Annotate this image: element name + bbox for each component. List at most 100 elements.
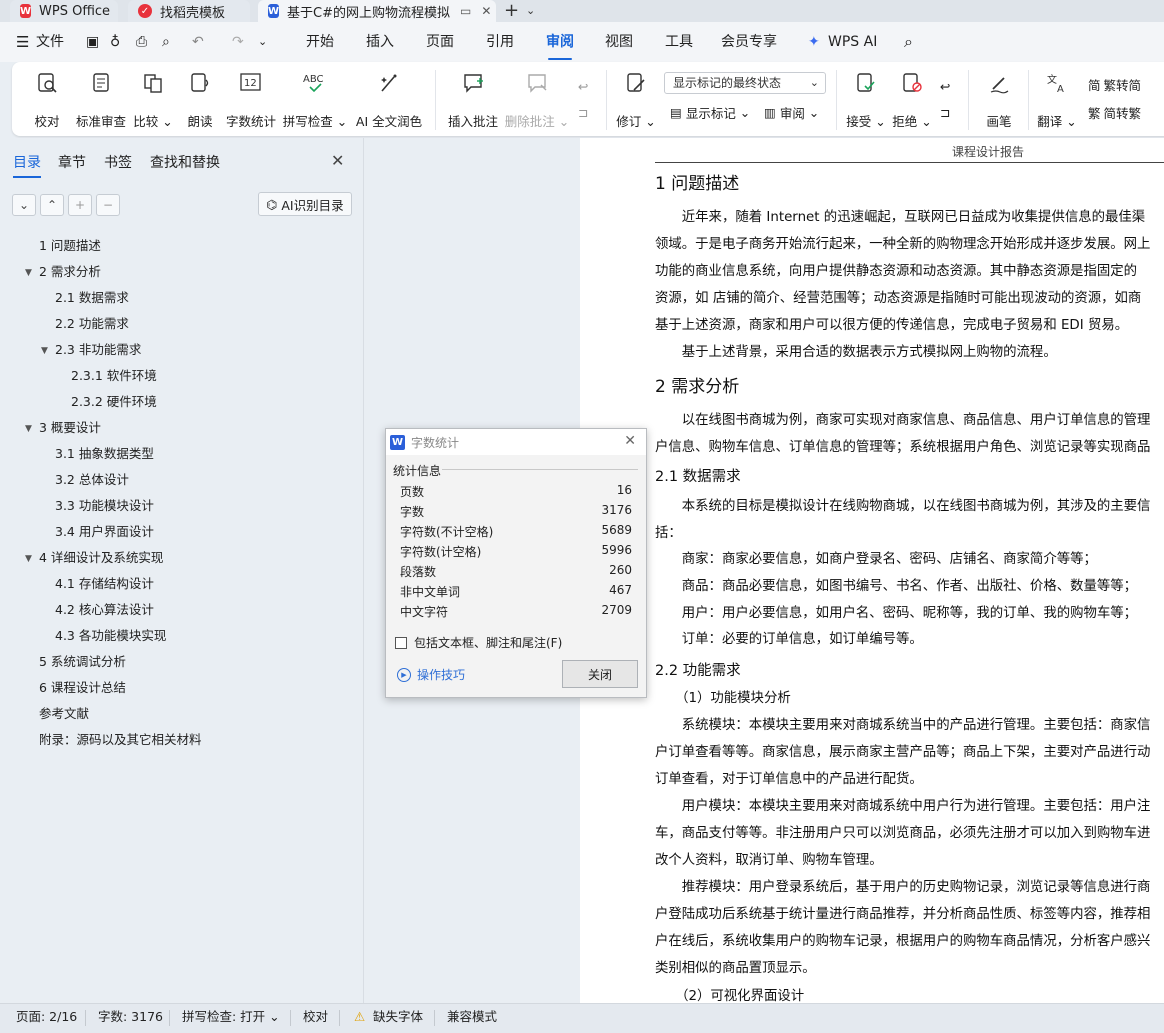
pen-button[interactable]: 画笔 <box>984 70 1014 130</box>
body-paragraph-line: 改个人资料，取消订单、购物车管理。 <box>655 853 883 868</box>
menu-page[interactable]: 页面 <box>426 22 454 62</box>
accept-button[interactable]: 接受 ⌄ <box>846 70 886 130</box>
menu-home[interactable]: 开始 <box>306 22 334 62</box>
collapse-triangle-icon[interactable]: ▼ <box>41 346 48 356</box>
close-icon[interactable]: ✕ <box>331 151 344 170</box>
dialog-titlebar[interactable]: W 字数统计 ✕ <box>386 429 646 455</box>
document-page[interactable]: 课程设计报告 1 问题描述 近年来，随着 Internet 的迅速崛起，互联网已… <box>580 138 1164 1003</box>
collapse-triangle-icon[interactable]: ▼ <box>25 424 32 434</box>
word-count-button[interactable]: 12 字数统计 <box>226 70 276 130</box>
page-indicator[interactable]: 页面: 2/16 <box>16 1004 77 1030</box>
body-paragraph-line: 括： <box>655 526 682 541</box>
hamburger-icon[interactable]: ☰ <box>16 22 29 62</box>
word-count-indicator[interactable]: 字数: 3176 <box>98 1004 163 1030</box>
quick-access-more-icon[interactable]: ⌄ <box>258 22 267 62</box>
menu-member[interactable]: 会员专享 <box>721 22 777 62</box>
missing-font-indicator[interactable]: 缺失字体 <box>373 1004 423 1030</box>
prev-comment-icon[interactable]: ↩ <box>578 74 588 98</box>
proofread-button[interactable]: 校对 <box>32 70 62 130</box>
show-marks-button[interactable]: ▤ 显示标记 ⌄ <box>670 100 750 124</box>
body-paragraph-line: （2）可视化界面设计 <box>655 989 805 1003</box>
read-aloud-button[interactable]: 朗读 <box>186 70 214 130</box>
print-preview-icon[interactable]: ⌕ <box>162 22 170 62</box>
undo-icon[interactable]: ↶ <box>192 22 204 62</box>
compare-button[interactable]: 比较 ⌄ <box>133 70 173 130</box>
ai-toc-button[interactable]: ⌬ AI识别目录 <box>258 192 352 216</box>
toc-item[interactable]: 4.2 核心算法设计 <box>55 597 154 623</box>
print-icon[interactable]: ⎙ <box>136 22 147 62</box>
tab-close-icon[interactable]: ✕ <box>481 4 491 18</box>
toc-item[interactable]: 3 概要设计 <box>39 415 101 441</box>
toc-item[interactable]: 6 课程设计总结 <box>39 675 126 701</box>
tab-label: WPS Office <box>39 3 111 19</box>
remove-heading-button[interactable]: − <box>96 194 120 216</box>
nav-tab-bookmarks[interactable]: 书签 <box>104 152 132 172</box>
to-simplified-button[interactable]: 繁简转繁 <box>1088 100 1141 124</box>
cloud-icon[interactable]: ♁ <box>110 22 120 62</box>
toc-item[interactable]: 4 详细设计及系统实现 <box>39 545 163 571</box>
add-heading-button[interactable]: + <box>68 194 92 216</box>
review-pane-button[interactable]: ▥ 审阅 ⌄ <box>764 100 819 124</box>
close-icon[interactable]: ✕ <box>624 433 636 449</box>
nav-tab-chapters[interactable]: 章节 <box>58 152 86 172</box>
collapse-triangle-icon[interactable]: ▼ <box>25 554 32 564</box>
to-traditional-button[interactable]: 简繁转简 <box>1088 72 1141 96</box>
toc-item[interactable]: 2 需求分析 <box>39 259 101 285</box>
toc-item[interactable]: 3.2 总体设计 <box>55 467 129 493</box>
tab-template[interactable]: ✓ 找稻壳模板 <box>128 0 250 22</box>
expand-all-button[interactable]: ⌄ <box>12 194 36 216</box>
next-comment-icon[interactable]: ⊐ <box>578 100 588 124</box>
prev-change-icon[interactable]: ↩ <box>940 74 950 98</box>
menu-wps-ai[interactable]: WPS AI <box>828 22 877 62</box>
toc-item[interactable]: 1 问题描述 <box>39 233 101 259</box>
translate-button[interactable]: 文A 翻译 ⌄ <box>1037 70 1076 130</box>
spell-check-button[interactable]: ABC 拼写检查 ⌄ <box>283 70 347 130</box>
proofread-indicator[interactable]: 校对 <box>303 1004 328 1030</box>
toc-item[interactable]: 参考文献 <box>39 701 89 727</box>
menu-file[interactable]: 文件 <box>36 22 64 62</box>
search-icon[interactable]: ⌕ <box>904 22 913 62</box>
menu-tools[interactable]: 工具 <box>665 22 693 62</box>
collapse-triangle-icon[interactable]: ▼ <box>25 268 32 278</box>
toc-item[interactable]: 2.3.2 硬件环境 <box>71 389 157 415</box>
menu-view[interactable]: 视图 <box>605 22 633 62</box>
save-icon[interactable]: ▣ <box>86 22 99 62</box>
nav-tab-find-replace[interactable]: 查找和替换 <box>150 152 220 172</box>
toc-item[interactable]: 3.1 抽象数据类型 <box>55 441 154 467</box>
revise-button[interactable]: 修订 ⌄ <box>616 70 656 130</box>
ai-polish-button[interactable]: AI 全文润色 <box>356 70 422 130</box>
collapse-button[interactable]: ⌃ <box>40 194 64 216</box>
toc-item[interactable]: 4.1 存储结构设计 <box>55 571 154 597</box>
toc-item[interactable]: 3.3 功能模块设计 <box>55 493 154 519</box>
tab-list-icon[interactable]: ⌄ <box>526 0 535 22</box>
reject-button[interactable]: 拒绝 ⌄ <box>892 70 932 130</box>
display-mode-select[interactable]: 显示标记的最终状态 ⌄ <box>664 72 826 94</box>
proofread-icon <box>34 70 60 96</box>
toc-item[interactable]: 4.3 各功能模块实现 <box>55 623 166 649</box>
next-change-icon[interactable]: ⊐ <box>940 100 950 124</box>
toc-item[interactable]: 3.4 用户界面设计 <box>55 519 154 545</box>
toc-item[interactable]: 2.2 功能需求 <box>55 311 129 337</box>
new-tab-icon[interactable]: + <box>504 0 519 22</box>
toc-item[interactable]: 2.3.1 软件环境 <box>71 363 157 389</box>
include-textboxes-checkbox[interactable]: 包括文本框、脚注和尾注(F) <box>395 634 562 651</box>
menu-references[interactable]: 引用 <box>486 22 514 62</box>
tips-link[interactable]: ▶ 操作技巧 <box>397 666 465 683</box>
spell-check-indicator[interactable]: 拼写检查: 打开 ⌄ <box>182 1004 280 1030</box>
tab-document[interactable]: W 基于C#的网上购物流程模拟 ▭ ✕ <box>258 0 496 22</box>
word-count-dialog: W 字数统计 ✕ 统计信息 页数 16 字数 3176 字符数(不计空格) 5689 … <box>385 428 647 698</box>
menu-insert[interactable]: 插入 <box>366 22 394 62</box>
toc-item[interactable]: 附录：源码以及其它相关材料 <box>39 727 202 753</box>
toc-item[interactable]: 5 系统调试分析 <box>39 649 126 675</box>
nav-tab-toc[interactable]: 目录 <box>13 152 41 178</box>
tab-wps-office[interactable]: W WPS Office <box>10 0 118 22</box>
screen-icon[interactable]: ▭ <box>460 4 471 18</box>
toc-item[interactable]: 2.3 非功能需求 <box>55 337 141 363</box>
delete-comment-button[interactable]: 删除批注 ⌄ <box>505 70 569 130</box>
standard-review-button[interactable]: 标准审查 <box>74 70 128 130</box>
toc-item[interactable]: 2.1 数据需求 <box>55 285 129 311</box>
menu-review[interactable]: 审阅 <box>546 22 574 62</box>
close-button[interactable]: 关闭 <box>562 660 638 688</box>
insert-comment-button[interactable]: 插入批注 <box>448 70 498 130</box>
redo-icon[interactable]: ↷ <box>232 22 244 62</box>
